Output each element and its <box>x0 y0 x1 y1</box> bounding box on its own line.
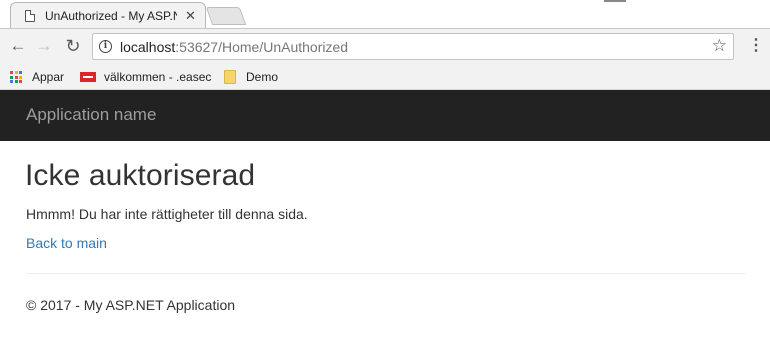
tab-close-icon[interactable]: ✕ <box>185 8 196 24</box>
tab-title: UnAuthorized - My ASP.N <box>45 9 177 23</box>
url-host: localhost <box>120 38 176 55</box>
page-title: Icke auktoriserad <box>25 159 256 192</box>
reload-icon[interactable]: ↻ <box>63 36 83 56</box>
document-icon <box>25 10 35 22</box>
bookmark-label: Appar <box>32 70 65 84</box>
apps-grid-icon <box>10 71 22 83</box>
tab-strip: UnAuthorized - My ASP.N ✕ <box>0 0 770 30</box>
bookmark-label: välkommen - .easec <box>104 70 212 84</box>
new-tab-button[interactable] <box>205 7 247 25</box>
window-minimize-icon[interactable] <box>604 0 626 2</box>
back-to-main-link[interactable]: Back to main <box>26 235 107 251</box>
flag-icon <box>80 72 96 82</box>
bookmark-apps[interactable]: Appar <box>10 68 64 86</box>
browser-toolbar: ← → ↻ i localhost:53627/Home/UnAuthorize… <box>0 29 770 64</box>
info-icon[interactable]: i <box>99 40 112 53</box>
unauthorized-message: Hmmm! Du har inte rättigheter till denna… <box>26 206 308 222</box>
site-navbar: Application name <box>0 90 770 141</box>
url-text[interactable]: localhost:53627/Home/UnAuthorized <box>120 39 348 55</box>
forward-arrow-icon[interactable]: → <box>34 36 54 56</box>
footer-text: © 2017 - My ASP.NET Application <box>26 297 236 313</box>
back-arrow-icon[interactable]: ← <box>8 36 28 56</box>
bookmark-star-icon[interactable]: ☆ <box>712 36 727 56</box>
bookmark-demo[interactable]: Demo <box>222 68 278 86</box>
browser-menu-icon[interactable]: ⋮ <box>748 36 764 56</box>
bookmarks-bar: Appar välkommen - .easec Demo <box>0 64 770 90</box>
folder-icon <box>224 70 236 84</box>
bookmark-label: Demo <box>246 70 279 84</box>
url-path: :53627/Home/UnAuthorized <box>175 38 349 55</box>
brand-link[interactable]: Application name <box>26 105 156 125</box>
bookmark-welcome[interactable]: välkommen - .easec <box>80 68 211 86</box>
footer-divider <box>26 273 746 274</box>
address-bar[interactable]: i localhost:53627/Home/UnAuthorized ☆ <box>92 33 734 60</box>
browser-tab[interactable]: UnAuthorized - My ASP.N ✕ <box>10 2 206 29</box>
